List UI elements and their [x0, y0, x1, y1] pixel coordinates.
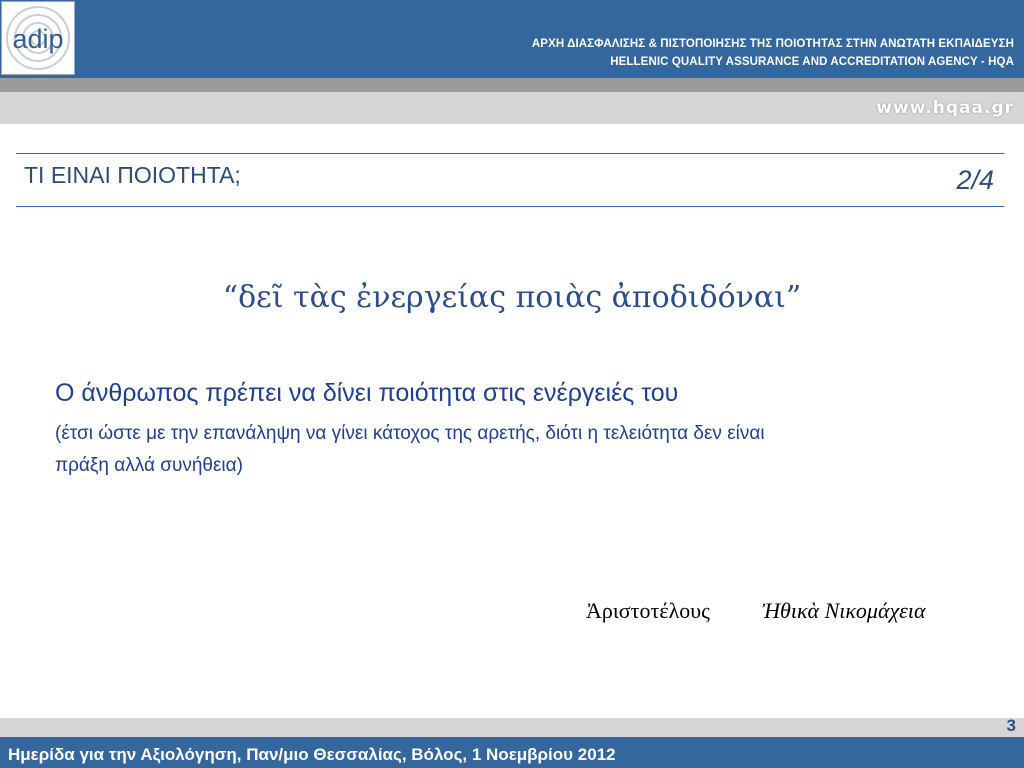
footer-grey-band	[0, 718, 1024, 737]
ancient-greek-quote: “δεῖ τὰς ἐνεργείας ποιὰς ἀποδιδόναι”	[222, 280, 802, 315]
quote-author: Ἀριστοτέλους	[586, 598, 710, 623]
hqa-logo-icon: adip	[6, 6, 70, 70]
hqa-logo: adip	[1, 1, 75, 75]
explanation-line-2: πράξη αλλά συνήθεια)	[55, 455, 243, 476]
org-name-greek: ΑΡΧΗ ΔΙΑΣΦΑΛΙΣΗΣ & ΠΙΣΤΟΠΟΙΗΣΗΣ ΤΗΣ ΠΟΙΟ…	[531, 38, 1014, 50]
header-grey-band	[0, 78, 1024, 124]
page-number: 3	[1006, 716, 1016, 735]
title-bottom-rule	[16, 206, 1004, 207]
header-bar: adip ΑΡΧΗ ΔΙΑΣΦΑΛΙΣΗΣ & ΠΙΣΤΟΠΟΙΗΣΗΣ ΤΗΣ…	[0, 0, 1024, 78]
footer-event-text: Ημερίδα για την Αξιολόγηση, Παν/μιο Θεσσ…	[8, 745, 616, 764]
explanation-line-1: (έτσι ώστε με την επανάληψη να γίνει κάτ…	[55, 423, 765, 444]
website-link[interactable]: www.hqaa.gr	[876, 98, 1014, 118]
title-top-rule	[16, 153, 1004, 154]
org-name-english: HELLENIC QUALITY ASSURANCE AND ACCREDITA…	[610, 56, 1014, 68]
slide-title: ΤΙ ΕΙΝΑΙ ΠΟΙΟΤΗΤΑ;	[24, 162, 241, 188]
logo-text: adip	[12, 24, 63, 54]
slide-counter: 2/4	[956, 165, 994, 195]
quote-source-work: Ἠθικὰ Νικομάχεια	[762, 598, 926, 623]
quote-translation: Ο άνθρωπος πρέπει να δίνει ποιότητα στις…	[55, 379, 679, 407]
